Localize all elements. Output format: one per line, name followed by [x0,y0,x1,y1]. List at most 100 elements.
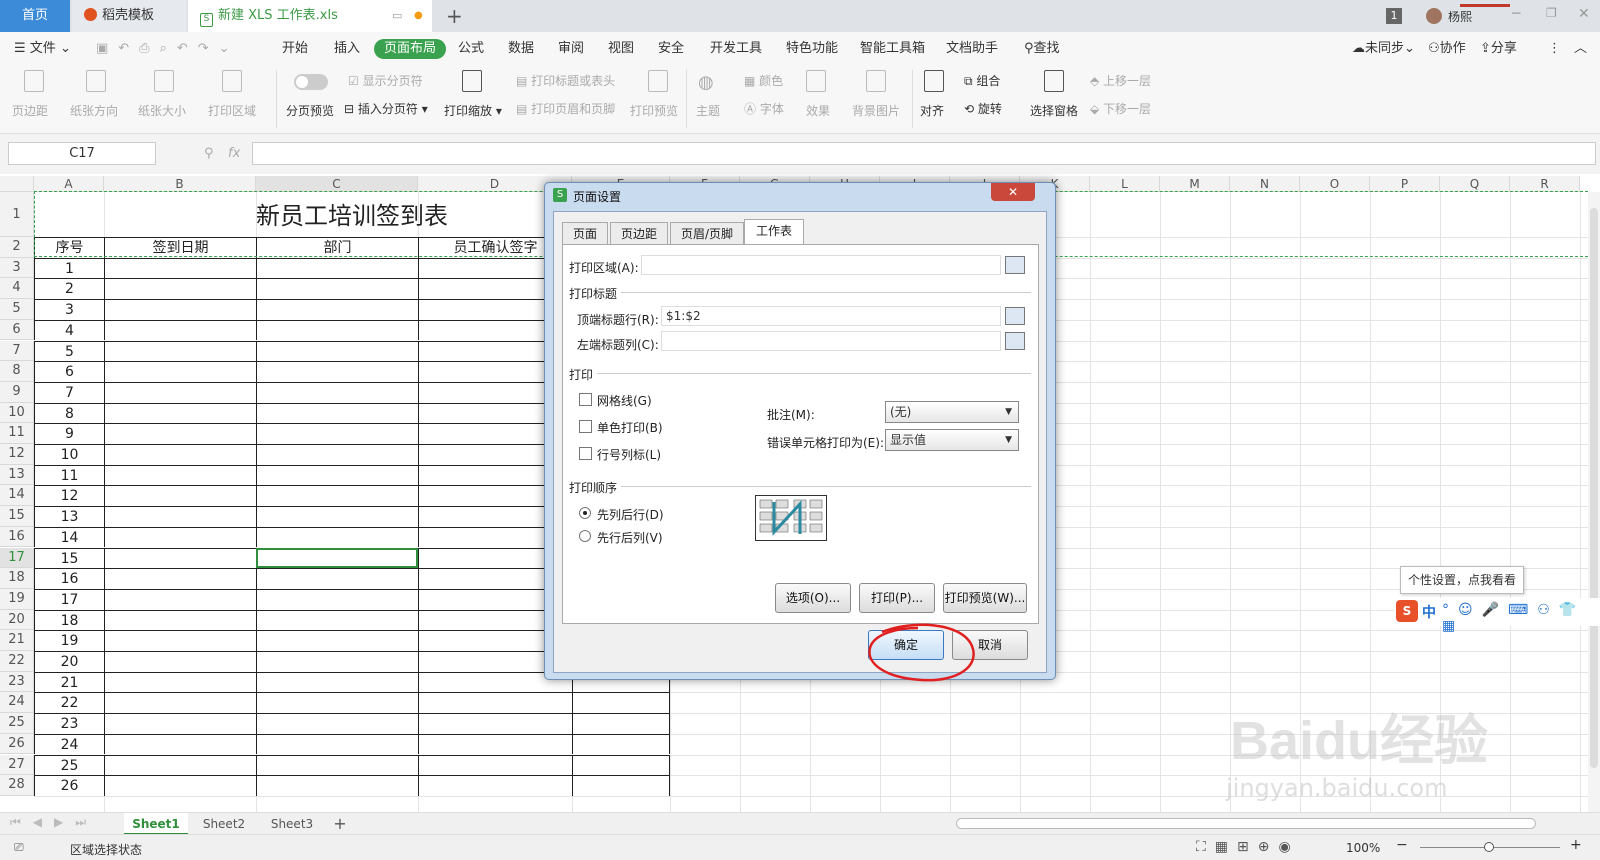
table-cell[interactable] [572,692,670,714]
comments-select[interactable]: (无) ▼ [885,401,1019,423]
table-cell[interactable]: 24 [34,733,104,755]
table-cell[interactable] [104,257,256,279]
table-cell[interactable] [256,278,418,300]
table-cell[interactable]: 3 [34,299,104,320]
show-page-breaks-checkbox[interactable]: ☑ 显示分页符 [348,72,423,89]
row-header-24[interactable]: 24 [0,692,34,714]
restore-icon[interactable]: ❐ [1546,6,1557,20]
more-icon[interactable]: ⋮ [1548,39,1561,59]
table-cell[interactable] [104,733,256,755]
avatar[interactable] [1426,8,1442,24]
menu-page-layout[interactable]: 页面布局 [374,39,447,59]
table-cell[interactable] [256,775,418,796]
formula-input[interactable] [252,142,1596,165]
table-cell[interactable]: 23 [34,713,104,734]
share-button[interactable]: ⇪分享 [1480,39,1517,59]
table-cell[interactable] [104,692,256,714]
row-header-13[interactable]: 13 [0,464,34,486]
table-cell[interactable] [104,547,256,569]
table-cell[interactable] [256,588,418,610]
table-cell[interactable] [104,381,256,403]
column-header-L[interactable]: L [1090,176,1160,192]
sheet-nav-arrows[interactable]: ⏮◀▶⏭ [10,815,98,830]
header-footer-button[interactable]: ▤ 打印页眉和页脚 [516,100,615,117]
row-header-28[interactable]: 28 [0,775,34,796]
color-button[interactable]: ▦ 颜色 [744,72,783,89]
tab-template[interactable]: 稻壳模板 [72,0,186,32]
row-header-21[interactable]: 21 [0,630,34,651]
margin-button[interactable]: 页边距 [12,102,48,119]
table-cell[interactable] [104,278,256,300]
zoom-out-button[interactable]: − [1396,837,1408,853]
print-area-input[interactable] [641,255,1001,275]
table-cell[interactable] [256,568,418,589]
table-cell[interactable] [256,630,418,651]
row-header-25[interactable]: 25 [0,713,34,734]
sheet-tab-1[interactable]: Sheet1 [124,813,188,835]
sync-status[interactable]: ☁未同步⌄ [1352,39,1415,59]
row-header-20[interactable]: 20 [0,609,34,631]
table-cell[interactable]: 7 [34,381,104,403]
name-box[interactable]: C17 [8,142,156,165]
add-sheet-button[interactable]: + [330,813,350,835]
table-cell[interactable] [572,733,670,755]
table-cell[interactable]: 10 [34,444,104,465]
table-cell[interactable]: 2 [34,278,104,300]
minimize-icon[interactable]: ─ [1512,6,1520,22]
table-cell[interactable] [418,733,572,755]
ime-tool-icons[interactable]: °☺🎤⌨⚇👕▦ [1442,602,1600,634]
table-cell[interactable]: 6 [34,361,104,382]
order-over-radio[interactable] [579,530,591,542]
mono-checkbox[interactable] [579,420,592,433]
paper-size-button[interactable]: 纸张大小 [138,102,186,119]
row-header-16[interactable]: 16 [0,526,34,548]
table-cell[interactable] [256,754,418,776]
row-header-5[interactable]: 5 [0,299,34,320]
notification-badge[interactable]: 1 [1386,8,1402,24]
font-button[interactable]: Ⓐ 字体 [744,100,784,117]
column-header-B[interactable]: B [104,176,256,192]
column-header-N[interactable]: N [1230,176,1300,192]
table-cell[interactable] [104,299,256,320]
menu-doc-assistant[interactable]: 文档助手 [946,39,998,59]
dialog-tab-page[interactable]: 页面 [562,222,608,244]
table-cell[interactable]: 25 [34,754,104,776]
menu-search[interactable]: ⚲查找 [1024,39,1060,59]
ime-toolbar[interactable]: S 中 °☺🎤⌨⚇👕▦ [1394,598,1600,634]
table-header-cell[interactable]: 序号 [34,237,104,258]
row-header-11[interactable]: 11 [0,423,34,444]
theme-button[interactable]: 主题 [696,102,720,119]
print-area-button[interactable]: 打印区域 [208,102,256,119]
table-cell[interactable] [104,526,256,548]
zoom-in-button[interactable]: + [1570,837,1582,853]
selection-pane-button[interactable]: 选择窗格 [1030,102,1078,119]
ime-tooltip[interactable]: 个性设置，点我看看 [1400,566,1524,594]
table-cell[interactable] [104,775,256,796]
select-all-corner[interactable] [0,176,34,192]
table-cell[interactable] [104,340,256,362]
table-cell[interactable] [418,713,572,734]
view-mode-icons[interactable]: ⛶▦⊞⊕◉ [1196,839,1300,855]
quick-access-toolbar[interactable]: ▣↶⎙⌕↶↷⌄ [96,39,240,59]
table-cell[interactable] [256,713,418,734]
collapse-ribbon-icon[interactable]: ︿ [1574,39,1587,59]
row-header-6[interactable]: 6 [0,319,34,341]
gridlines-checkbox[interactable] [579,393,592,406]
row-header-18[interactable]: 18 [0,568,34,589]
row-header-23[interactable]: 23 [0,671,34,693]
table-cell[interactable] [104,651,256,672]
table-cell[interactable] [256,423,418,444]
effect-button[interactable]: 效果 [806,102,830,119]
row-header-12[interactable]: 12 [0,444,34,465]
left-cols-input[interactable] [661,331,1001,351]
row-header-22[interactable]: 22 [0,651,34,672]
table-cell[interactable] [104,713,256,734]
row-col-headers-checkbox[interactable] [579,447,592,460]
menu-developer[interactable]: 开发工具 [710,39,762,59]
zoom-formula-icon[interactable]: ⚲ [204,146,214,161]
table-cell[interactable] [418,692,572,714]
row-header-15[interactable]: 15 [0,506,34,527]
user-name[interactable]: 杨熙 [1448,8,1472,25]
table-cell[interactable] [256,464,418,486]
table-cell[interactable] [256,402,418,424]
